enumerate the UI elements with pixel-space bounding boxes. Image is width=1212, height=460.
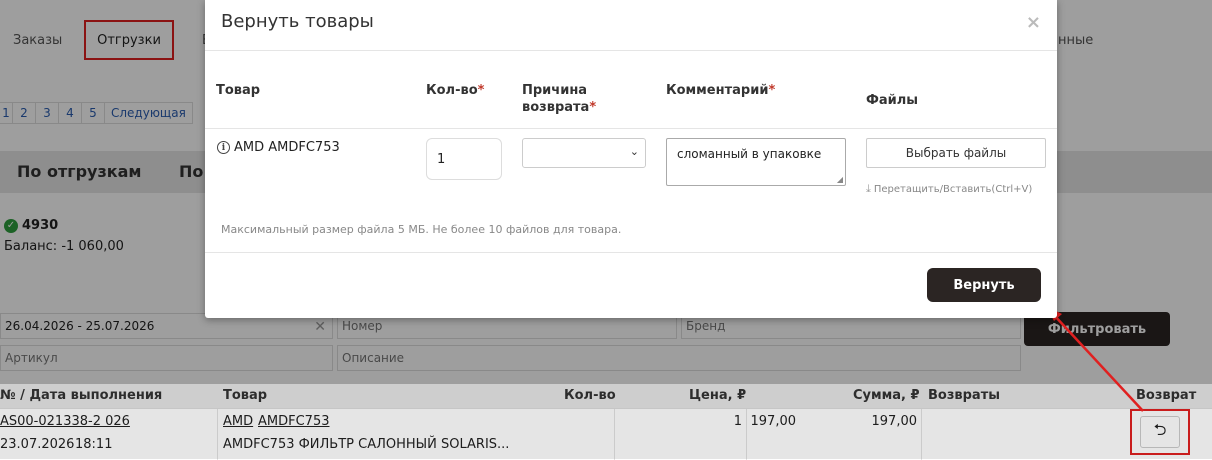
col-qty: Кол-во* (426, 82, 484, 99)
drop-hint-text: Перетащить/Вставить(Ctrl+V) (873, 183, 1033, 195)
th-return: Возврат (1136, 388, 1197, 403)
row-price: 197,00 (750, 414, 797, 429)
cell-qty: 1 (615, 409, 747, 460)
row-description: AMDFC753 ФИЛЬТР САЛОННЫЙ SOLARIS... (223, 437, 510, 452)
doc-number-link[interactable]: AS00-021338-2 026 (0, 414, 130, 429)
cell-num-date: AS00-021338-2 026 23.07.2026 18:11 (0, 409, 218, 460)
row-date: 23.07.2026 (0, 437, 75, 452)
col-reason: Причина возврата* (522, 82, 596, 116)
return-goods-modal: Вернуть товары × Товар Кол-во* Причина в… (205, 0, 1057, 318)
info-circle-icon[interactable]: i (217, 141, 230, 154)
chevron-down-icon: ⌄ (629, 145, 639, 158)
modal-item-row: i AMD AMDFC753 ⌄ сломанный в упаковке ◢ … (205, 128, 1057, 253)
required-mark: * (768, 83, 776, 98)
th-returns: Возвраты (928, 388, 1000, 403)
col-product: Товар (216, 83, 261, 98)
return-button-highlight: ⮌ (1130, 409, 1190, 455)
table-row: AS00-021338-2 026 23.07.2026 18:11 AMD A… (0, 408, 1212, 460)
col-reason-line2: возврата (522, 100, 590, 115)
th-num-date: № / Дата выполнения (0, 388, 163, 403)
col-qty-label: Кол-во (426, 83, 478, 98)
modal-columns-header: Товар Кол-во* Причина возврата* Коммента… (205, 50, 1057, 129)
drop-hint: ⤓ Перетащить/Вставить(Ctrl+V) (866, 182, 1032, 196)
choose-files-button[interactable]: Выбрать файлы (866, 138, 1046, 168)
cell-price: 197,00 197,00 (747, 409, 922, 460)
submit-return-button[interactable]: Вернуть (927, 268, 1041, 302)
row-time: 18:11 (75, 437, 113, 452)
th-product: Товар (223, 388, 268, 403)
quantity-input[interactable] (426, 138, 502, 180)
file-size-note: Максимальный размер файла 5 МБ. Не более… (221, 223, 622, 236)
reason-select[interactable]: ⌄ (522, 138, 646, 168)
modal-title: Вернуть товары (221, 11, 374, 32)
th-price: Цена, ₽ (689, 388, 747, 403)
resize-handle-icon[interactable]: ◢ (837, 175, 843, 184)
col-files: Файлы (866, 93, 919, 108)
col-comment-label: Комментарий (666, 83, 769, 98)
comment-value: сломанный в упаковке (677, 147, 822, 161)
required-mark: * (589, 100, 597, 115)
item-product: i AMD AMDFC753 (217, 140, 340, 155)
row-sum: 197,00 (871, 414, 918, 429)
download-icon: ⤓ (866, 182, 871, 195)
row-qty: 1 (733, 414, 742, 429)
close-icon[interactable]: × (1026, 12, 1041, 33)
required-mark: * (477, 83, 485, 98)
modal-header: Вернуть товары × (205, 0, 1057, 51)
cell-product: AMD AMDFC753 AMDFC753 ФИЛЬТР САЛОННЫЙ SO… (218, 409, 615, 460)
comment-textarea[interactable]: сломанный в упаковке ◢ (666, 138, 846, 186)
col-comment: Комментарий* (666, 82, 775, 99)
return-button[interactable]: ⮌ (1140, 416, 1180, 448)
brand-link[interactable]: AMD (223, 414, 253, 429)
article-link[interactable]: AMDFC753 (258, 414, 330, 429)
item-name: AMD AMDFC753 (234, 140, 340, 155)
return-arrow-icon: ⮌ (1153, 419, 1167, 439)
col-reason-line1: Причина (522, 83, 588, 98)
th-qty: Кол-во (564, 388, 616, 403)
table-header: № / Дата выполнения Товар Кол-во Цена, ₽… (0, 384, 1212, 408)
th-sum: Сумма, ₽ (853, 388, 920, 403)
